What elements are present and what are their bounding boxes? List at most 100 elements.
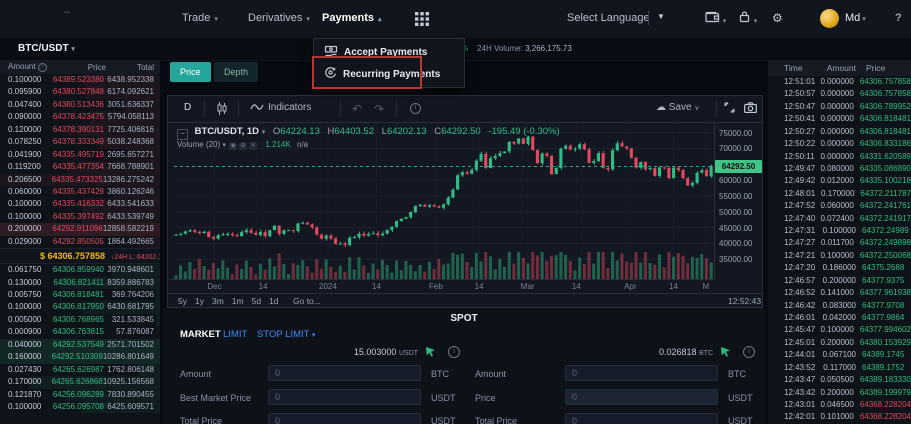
trade-row[interactable]: 12:43:420.20000064389.199979 [768, 387, 911, 399]
wallet-icon[interactable]: ▾ [705, 10, 726, 26]
sell-balance-pointer-icon[interactable] [720, 346, 731, 357]
ask-order-row[interactable]: 0.04190064335.4957192695.657271 [0, 149, 160, 161]
bid-order-row[interactable]: 0.17000064265.62686810925.156568 [0, 376, 160, 388]
time-axis[interactable]: Dec14202414Feb14Mar14Apr14M [168, 279, 714, 294]
bid-order-row[interactable]: 0.00575064306.818481369.764206 [0, 289, 160, 301]
info-icon[interactable]: i [38, 63, 47, 72]
eye-icon[interactable]: ◉ [229, 142, 237, 150]
trade-row[interactable]: 12:49:420.01200064335.100218 [768, 175, 911, 187]
nav-derivatives[interactable]: Derivatives▾ [248, 12, 310, 24]
screenshot-camera-icon[interactable] [744, 102, 757, 116]
trade-row[interactable]: 12:45:010.20000064380.153929 [768, 337, 911, 349]
interval-button[interactable]: D [184, 102, 191, 113]
buy-total-input[interactable] [268, 413, 421, 424]
ask-order-row[interactable]: 0.07825064378.3333495038.248368 [0, 136, 160, 148]
sell-price-input[interactable] [565, 389, 718, 405]
tab-stop-limit[interactable]: STOP LIMIT ▾ [257, 329, 315, 340]
trade-row[interactable]: 12:47:310.10000064372.24989 [768, 225, 911, 237]
trade-row[interactable]: 12:43:470.05050064389.183330 [768, 374, 911, 386]
trade-row[interactable]: 12:50:270.00000064306.818481 [768, 126, 911, 138]
ask-order-row[interactable]: 0.09590064380.5278486174.092621 [0, 86, 160, 98]
range-button-5d[interactable]: 5d [252, 296, 261, 306]
sell-amount-input[interactable] [565, 365, 718, 381]
apps-grid-icon[interactable] [415, 12, 429, 29]
settings-gear-icon[interactable]: ⚙ [772, 11, 783, 25]
menu-item-recurring-payments[interactable]: Recurring Payments [314, 63, 464, 87]
tab-market[interactable]: MARKET [180, 329, 221, 340]
trade-row[interactable]: 12:48:010.17000064372.211787 [768, 188, 911, 200]
trade-row[interactable]: 12:45:470.10000064377.994602 [768, 324, 911, 336]
info-icon[interactable]: i [408, 102, 421, 114]
candle-style-icon[interactable] [216, 102, 228, 118]
trade-row[interactable]: 12:47:210.10000064372.250068 [768, 250, 911, 262]
undo-icon[interactable]: ↶ [352, 102, 362, 116]
trade-row[interactable]: 12:46:420.08300064377.9708 [768, 300, 911, 312]
ask-order-row[interactable]: 0.11920064335.4773547668.788901 [0, 161, 160, 173]
trade-row[interactable]: 12:49:470.08000064335.086890 [768, 163, 911, 175]
sell-total-input[interactable] [565, 413, 718, 424]
trade-row[interactable]: 12:50:220.00000064306.833186 [768, 138, 911, 150]
bid-order-row[interactable]: 0.10000064256.0957086425.609571 [0, 401, 160, 413]
ask-order-row[interactable]: 0.02900064292.8505051864.492665 [0, 236, 160, 248]
range-button-1d[interactable]: 1d [269, 296, 278, 306]
price-axis[interactable]: 75000.0070000.0060000.0055000.0050000.00… [714, 123, 763, 279]
nav-trade[interactable]: Trade▾ [182, 12, 218, 24]
trade-row[interactable]: 12:42:010.10100064368.228204 [768, 411, 911, 423]
ask-order-row[interactable]: 0.10000064389.5233806438.952338 [0, 74, 160, 86]
bid-order-row[interactable]: 0.10000064306.8179506430.681795 [0, 301, 160, 313]
pair-selector[interactable]: BTC/USDT ▾ [18, 43, 75, 54]
buy-balance-pointer-icon[interactable] [425, 346, 436, 357]
trade-row[interactable]: 12:46:010.04200064377.9864 [768, 312, 911, 324]
ask-order-row[interactable]: 0.10000064335.3974926433.539749 [0, 211, 160, 223]
user-menu[interactable]: Md ▾ [845, 12, 866, 24]
ask-order-row[interactable]: 0.20650064335.47332513286.275242 [0, 174, 160, 186]
trade-row[interactable]: 12:50:470.00000064306.789952 [768, 101, 911, 113]
info-icon[interactable]: i [448, 346, 460, 358]
range-button-5y[interactable]: 5y [178, 296, 187, 306]
redo-icon[interactable]: ↷ [374, 102, 384, 116]
trade-row[interactable]: 12:43:010.04650064368.228204 [768, 399, 911, 411]
avatar[interactable] [820, 9, 839, 28]
trade-row[interactable]: 12:46:520.14100064377.961938 [768, 287, 911, 299]
trade-row[interactable]: 12:47:200.18600064375.2688 [768, 262, 911, 274]
spread-row[interactable]: $ 64306.757858 ↓24H L: 64202.13 [0, 248, 160, 264]
tab-price-view[interactable]: Price [170, 62, 211, 82]
language-selector[interactable]: Select Language [567, 12, 650, 24]
ask-order-row[interactable]: 0.09000064378.4234755794.058113 [0, 111, 160, 123]
ask-order-row[interactable]: 0.10000064335.4163326433.541633 [0, 198, 160, 210]
gear-icon[interactable]: ⚙ [239, 142, 247, 150]
orders-lock-icon[interactable]: ▾ [738, 10, 757, 26]
bid-order-row[interactable]: 0.02743064265.6269871762.806148 [0, 364, 160, 376]
trade-row[interactable]: 12:43:520.11700064389.1752 [768, 362, 911, 374]
bid-order-row[interactable]: 0.16000064292.51030910286.801649 [0, 351, 160, 363]
bid-order-row[interactable]: 0.06175064306.8599403970.948601 [0, 264, 160, 276]
ask-order-row[interactable]: 0.04740064380.5134363051.636337 [0, 99, 160, 111]
trade-row[interactable]: 12:47:270.01170064372.249898 [768, 237, 911, 249]
range-button-3m[interactable]: 3m [212, 296, 224, 306]
trade-row[interactable]: 12:47:520.06000064372.241761 [768, 200, 911, 212]
goto-button[interactable]: Go to... [293, 296, 321, 306]
bid-order-row[interactable]: 0.00090064306.76381557.876087 [0, 326, 160, 338]
fullscreen-icon[interactable] [724, 102, 735, 116]
save-layout-button[interactable]: ☁ Save ∨ [656, 102, 699, 113]
ask-order-row[interactable]: 0.06000064335.4374283860.126246 [0, 186, 160, 198]
language-dropdown-caret[interactable]: ▼ [657, 12, 665, 21]
buy-amount-input[interactable] [268, 365, 421, 381]
bid-order-row[interactable]: 0.12187064256.0962897830.890455 [0, 389, 160, 401]
ask-order-row[interactable]: 0.12000064378.3901317725.406816 [0, 124, 160, 136]
chart-legend[interactable]: – BTC/USDT, 1D ▾ O64224.13 H64403.52 L64… [177, 126, 560, 140]
trade-row[interactable]: 12:50:570.00000064306.757858 [768, 88, 911, 100]
info-icon[interactable]: i [743, 346, 755, 358]
range-button-1m[interactable]: 1m [232, 296, 244, 306]
trade-row[interactable]: 12:50:110.00000064331.620589 [768, 151, 911, 163]
collapse-legend-icon[interactable]: – [177, 129, 188, 140]
buy-price-input[interactable] [268, 389, 421, 405]
help-icon[interactable]: ? [895, 12, 902, 24]
trade-row[interactable]: 12:47:400.07240064372.241917 [768, 213, 911, 225]
bid-order-row[interactable]: 0.00500064306.768965321.533845 [0, 314, 160, 326]
trade-row[interactable]: 12:44:010.06710064389.1745 [768, 349, 911, 361]
indicators-button[interactable]: Indicators [250, 102, 311, 113]
ask-order-row[interactable]: 0.20000064292.91109612858.582219 [0, 223, 160, 235]
nav-payments[interactable]: Payments▴ [322, 12, 382, 24]
tab-depth-view[interactable]: Depth [214, 62, 258, 82]
